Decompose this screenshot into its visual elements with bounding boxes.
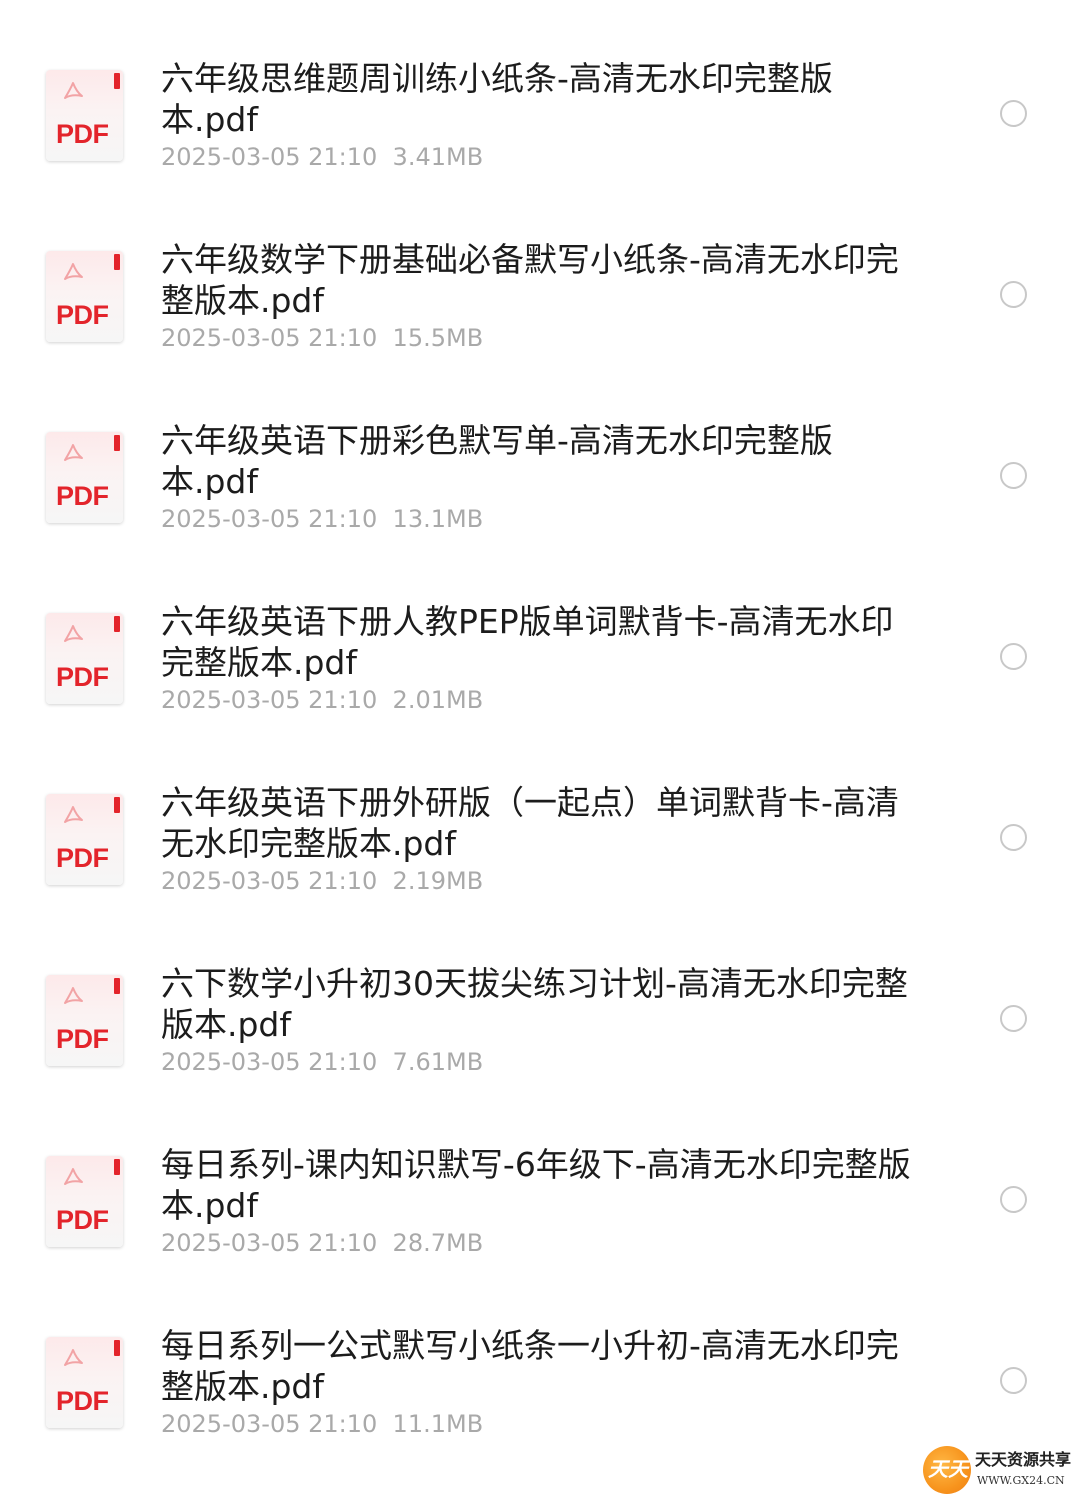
- pdf-icon-label: PDF: [56, 1205, 109, 1235]
- file-size: 2.01MB: [392, 686, 484, 714]
- pdf-icon-label: PDF: [56, 662, 109, 692]
- acrobat-icon: [64, 263, 83, 280]
- select-radio-icon[interactable]: [1000, 643, 1027, 670]
- file-date: 2025-03-05 21:10: [161, 324, 378, 352]
- pdf-corner-mark: [114, 73, 120, 89]
- file-meta: 2025-03-05 21:10 7.61MB: [161, 1047, 483, 1077]
- pdf-corner-mark: [114, 978, 120, 994]
- file-name: 六下数学小升初30天拔尖练习计划-高清无水印完整版本.pdf: [161, 964, 908, 1044]
- file-name: 每日系列一公式默写小纸条一小升初-高清无水印完整版本.pdf: [161, 1326, 899, 1406]
- acrobat-icon: [64, 1168, 83, 1185]
- file-row[interactable]: PDF 六年级数学下册基础必备默写小纸条-高清无水印完整版本.pdf 2025-…: [0, 181, 1084, 362]
- file-row[interactable]: PDF 六年级英语下册外研版（一起点）单词默背卡-高清无水印完整版本.pdf 2…: [0, 724, 1084, 905]
- acrobat-icon: [64, 987, 83, 1004]
- file-date: 2025-03-05 21:10: [161, 143, 378, 171]
- pdf-icon-label: PDF: [56, 843, 109, 873]
- file-meta: 2025-03-05 21:10 13.1MB: [161, 504, 483, 534]
- file-date: 2025-03-05 21:10: [161, 1048, 378, 1076]
- pdf-icon-label: PDF: [56, 300, 109, 330]
- select-radio-icon[interactable]: [1000, 1005, 1027, 1032]
- pdf-file-icon: PDF: [46, 794, 123, 885]
- pdf-corner-mark: [114, 254, 120, 270]
- pdf-icon-label: PDF: [56, 1386, 109, 1416]
- acrobat-icon: [64, 806, 83, 823]
- file-size: 2.19MB: [392, 867, 484, 895]
- file-date: 2025-03-05 21:10: [161, 505, 378, 533]
- pdf-icon-label: PDF: [56, 119, 109, 149]
- acrobat-icon: [64, 625, 83, 642]
- file-size: 3.41MB: [392, 143, 484, 171]
- file-name: 六年级英语下册人教PEP版单词默背卡-高清无水印完整版本.pdf: [161, 602, 894, 682]
- watermark-logo-text: 天天: [928, 1457, 968, 1481]
- file-meta: 2025-03-05 21:10 3.41MB: [161, 142, 483, 172]
- file-meta: 2025-03-05 21:10 15.5MB: [161, 323, 483, 353]
- file-size: 28.7MB: [392, 1229, 484, 1257]
- file-row[interactable]: PDF 六下数学小升初30天拔尖练习计划-高清无水印完整版本.pdf 2025-…: [0, 905, 1084, 1086]
- acrobat-icon: [64, 1349, 83, 1366]
- file-date: 2025-03-05 21:10: [161, 1229, 378, 1257]
- file-meta: 2025-03-05 21:10 11.1MB: [161, 1409, 483, 1439]
- pdf-icon-label: PDF: [56, 1024, 109, 1054]
- file-size: 7.61MB: [392, 1048, 484, 1076]
- pdf-corner-mark: [114, 435, 120, 451]
- acrobat-icon: [64, 444, 83, 461]
- file-size: 13.1MB: [392, 505, 484, 533]
- file-meta: 2025-03-05 21:10 2.19MB: [161, 866, 483, 896]
- file-row[interactable]: PDF 每日系列一公式默写小纸条一小升初-高清无水印完整版本.pdf 2025-…: [0, 1267, 1084, 1448]
- pdf-corner-mark: [114, 1340, 120, 1356]
- pdf-file-icon: PDF: [46, 1156, 123, 1247]
- acrobat-icon: [64, 82, 83, 99]
- watermark-logo-icon: 天天: [923, 1446, 971, 1494]
- select-radio-icon[interactable]: [1000, 462, 1027, 489]
- file-name: 六年级英语下册外研版（一起点）单词默背卡-高清无水印完整版本.pdf: [161, 783, 899, 863]
- file-meta: 2025-03-05 21:10 2.01MB: [161, 685, 483, 715]
- pdf-corner-mark: [114, 1159, 120, 1175]
- file-size: 15.5MB: [392, 324, 484, 352]
- file-date: 2025-03-05 21:10: [161, 867, 378, 895]
- pdf-icon-label: PDF: [56, 481, 109, 511]
- file-name: 每日系列-课内知识默写-6年级下-高清无水印完整版本.pdf: [161, 1145, 911, 1225]
- pdf-file-icon: PDF: [46, 613, 123, 704]
- pdf-file-icon: PDF: [46, 1337, 123, 1428]
- pdf-corner-mark: [114, 616, 120, 632]
- file-row[interactable]: PDF 六年级英语下册彩色默写单-高清无水印完整版本.pdf 2025-03-0…: [0, 362, 1084, 543]
- select-radio-icon[interactable]: [1000, 281, 1027, 308]
- pdf-corner-mark: [114, 797, 120, 813]
- pdf-file-icon: PDF: [46, 432, 123, 523]
- watermark-url: WWW.GX24.CN: [977, 1474, 1065, 1487]
- watermark-title: 天天资源共享: [975, 1450, 1072, 1469]
- pdf-file-icon: PDF: [46, 70, 123, 161]
- file-name: 六年级数学下册基础必备默写小纸条-高清无水印完整版本.pdf: [161, 240, 899, 320]
- file-list: PDF 六年级思维题周训练小纸条-高清无水印完整版本.pdf 2025-03-0…: [0, 0, 1084, 1448]
- watermark: 天天 天天资源共享 WWW.GX24.CN: [923, 1446, 1073, 1496]
- file-date: 2025-03-05 21:10: [161, 686, 378, 714]
- file-size: 11.1MB: [392, 1410, 484, 1438]
- pdf-file-icon: PDF: [46, 975, 123, 1066]
- file-meta: 2025-03-05 21:10 28.7MB: [161, 1228, 483, 1258]
- file-row[interactable]: PDF 每日系列-课内知识默写-6年级下-高清无水印完整版本.pdf 2025-…: [0, 1086, 1084, 1267]
- file-date: 2025-03-05 21:10: [161, 1410, 378, 1438]
- file-name: 六年级英语下册彩色默写单-高清无水印完整版本.pdf: [161, 421, 833, 501]
- file-row[interactable]: PDF 六年级思维题周训练小纸条-高清无水印完整版本.pdf 2025-03-0…: [0, 0, 1084, 181]
- select-radio-icon[interactable]: [1000, 1186, 1027, 1213]
- select-radio-icon[interactable]: [1000, 100, 1027, 127]
- file-name: 六年级思维题周训练小纸条-高清无水印完整版本.pdf: [161, 59, 833, 139]
- select-radio-icon[interactable]: [1000, 1367, 1027, 1394]
- pdf-file-icon: PDF: [46, 251, 123, 342]
- select-radio-icon[interactable]: [1000, 824, 1027, 851]
- file-row[interactable]: PDF 六年级英语下册人教PEP版单词默背卡-高清无水印完整版本.pdf 202…: [0, 543, 1084, 724]
